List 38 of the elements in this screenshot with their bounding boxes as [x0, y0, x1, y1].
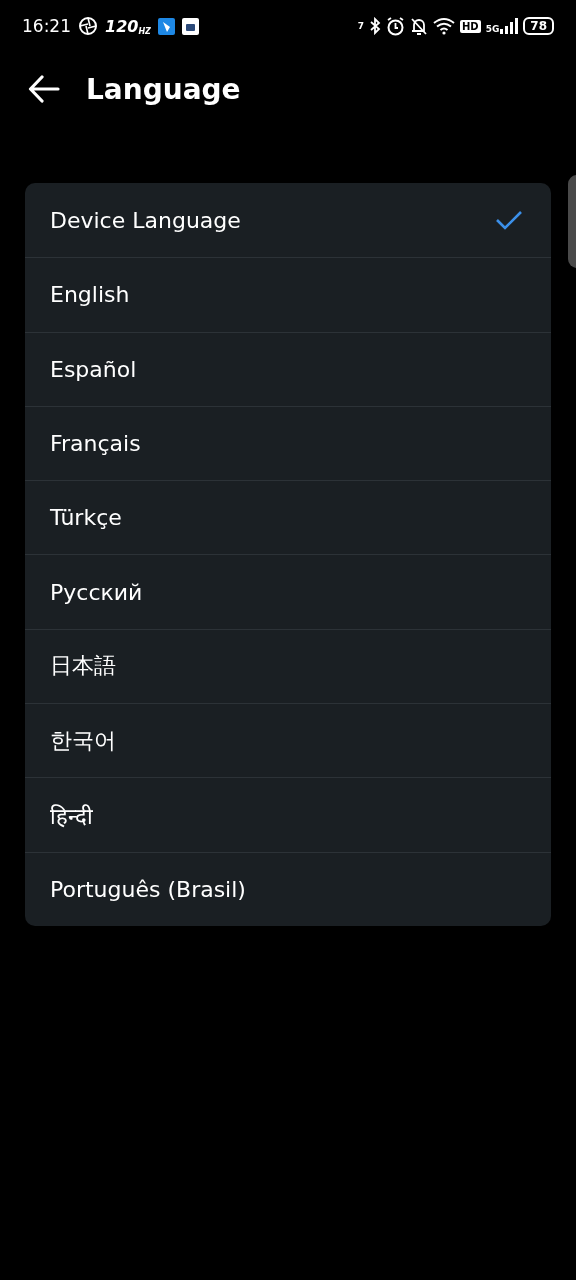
language-option[interactable]: Русский — [25, 554, 551, 629]
status-time: 16:21 — [22, 16, 71, 36]
alarm-icon — [385, 16, 405, 36]
language-label: English — [50, 282, 130, 308]
language-option[interactable]: हिन्दी — [25, 777, 551, 852]
language-option[interactable]: Türkçe — [25, 480, 551, 555]
language-option[interactable]: 日本語 — [25, 628, 551, 704]
language-label: 日本語 — [50, 652, 116, 681]
language-option[interactable]: 한국어 — [25, 703, 551, 778]
page-title: Language — [86, 72, 241, 106]
network-type: 5G — [485, 24, 500, 34]
language-option[interactable]: Français — [25, 405, 551, 481]
language-label: हिन्दी — [50, 803, 93, 830]
app-notification-icon — [157, 17, 175, 35]
wifi-icon — [432, 17, 455, 35]
aperture-icon — [78, 16, 98, 36]
language-option[interactable]: Português (Brasil) — [25, 851, 551, 926]
bluetooth-icon — [368, 17, 381, 35]
language-label: Português (Brasil) — [50, 876, 246, 902]
bell-off-icon — [409, 16, 428, 36]
checkmark-icon — [495, 210, 523, 231]
refresh-unit: HZ — [138, 26, 151, 36]
app-notification-icon — [181, 17, 199, 35]
data-speed: 7 — [357, 21, 364, 31]
language-label: Русский — [50, 579, 143, 605]
language-label: 한국어 — [50, 726, 116, 755]
language-option[interactable]: Español — [25, 331, 551, 406]
language-option[interactable]: Device Language — [25, 183, 551, 258]
language-label: Français — [50, 431, 141, 457]
language-label: Türkçe — [50, 505, 122, 531]
refresh-rate: 120 — [105, 16, 139, 36]
battery-indicator: 78 — [523, 17, 554, 35]
hd-badge: HD — [459, 19, 481, 33]
language-label: Español — [50, 356, 137, 382]
back-arrow-icon[interactable] — [28, 75, 60, 103]
language-option[interactable]: English — [25, 257, 551, 332]
language-label: Device Language — [50, 207, 241, 233]
signal-icon — [500, 18, 519, 34]
